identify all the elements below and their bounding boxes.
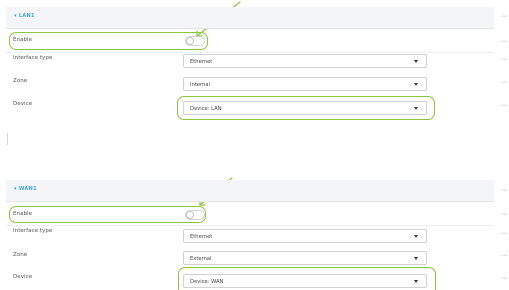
chevron-down-icon [414, 280, 418, 283]
row-menu-icon[interactable]: ⋯ [501, 103, 507, 109]
device-label: Device [13, 101, 33, 107]
device-label: Device [13, 274, 33, 280]
interface-type-select[interactable]: Ethernet [183, 54, 427, 68]
chevron-down-icon [414, 60, 418, 63]
interface-type-value: Ethernet [190, 58, 213, 65]
interface-type-value: Ethernet [190, 233, 213, 240]
chevron-down-icon [414, 107, 418, 110]
chevron-down-icon [414, 83, 418, 86]
zone-label: Zone [13, 78, 28, 84]
interface-type-label: Interface type [13, 228, 53, 234]
device-select[interactable]: Device: LAN [183, 101, 427, 115]
zone-label: Zone [13, 252, 28, 258]
zone-value: External [190, 255, 212, 262]
row-menu-icon[interactable]: ⋯ [501, 212, 507, 218]
section-header[interactable]: ▾ LAN1 [6, 7, 494, 29]
row-menu-icon[interactable]: ⋯ [501, 80, 507, 86]
zone-select[interactable]: External [183, 251, 427, 265]
highlight-enable [9, 32, 208, 50]
interface-type-select[interactable]: Ethernet [183, 229, 427, 243]
zone-select[interactable]: Internal [183, 77, 427, 91]
row-menu-icon[interactable]: ⋯ [501, 57, 507, 63]
row-menu-icon[interactable]: ⋯ [501, 39, 507, 45]
interface-type-label: Interface type [13, 55, 53, 61]
highlight-enable [9, 206, 206, 223]
device-value: Device: WAN [190, 278, 224, 285]
row-divider [6, 225, 494, 226]
separator-mark [7, 133, 8, 145]
device-value: Device: LAN [190, 105, 222, 112]
row-menu-icon[interactable]: ⋯ [501, 14, 507, 20]
toggle-knob [186, 37, 194, 45]
zone-value: Internal [190, 81, 210, 88]
row-menu-icon[interactable]: ⋯ [501, 253, 507, 259]
section-header[interactable]: ▾ WAN1 [6, 180, 494, 202]
enable-toggle[interactable] [185, 36, 205, 46]
device-select[interactable]: Device: WAN [183, 274, 427, 288]
section-title: ▾ LAN1 [14, 13, 35, 19]
row-menu-icon[interactable]: ⋯ [501, 231, 507, 237]
row-menu-icon[interactable]: ⋯ [501, 276, 507, 282]
toggle-knob [186, 211, 194, 219]
section-title: ▾ WAN1 [14, 186, 37, 192]
enable-label: Enable [13, 37, 33, 43]
chevron-down-icon [414, 257, 418, 260]
row-menu-icon[interactable]: ⋯ [501, 188, 507, 194]
row-divider [6, 52, 494, 53]
chevron-down-icon [414, 235, 418, 238]
enable-label: Enable [13, 211, 33, 217]
enable-toggle[interactable] [185, 210, 205, 220]
